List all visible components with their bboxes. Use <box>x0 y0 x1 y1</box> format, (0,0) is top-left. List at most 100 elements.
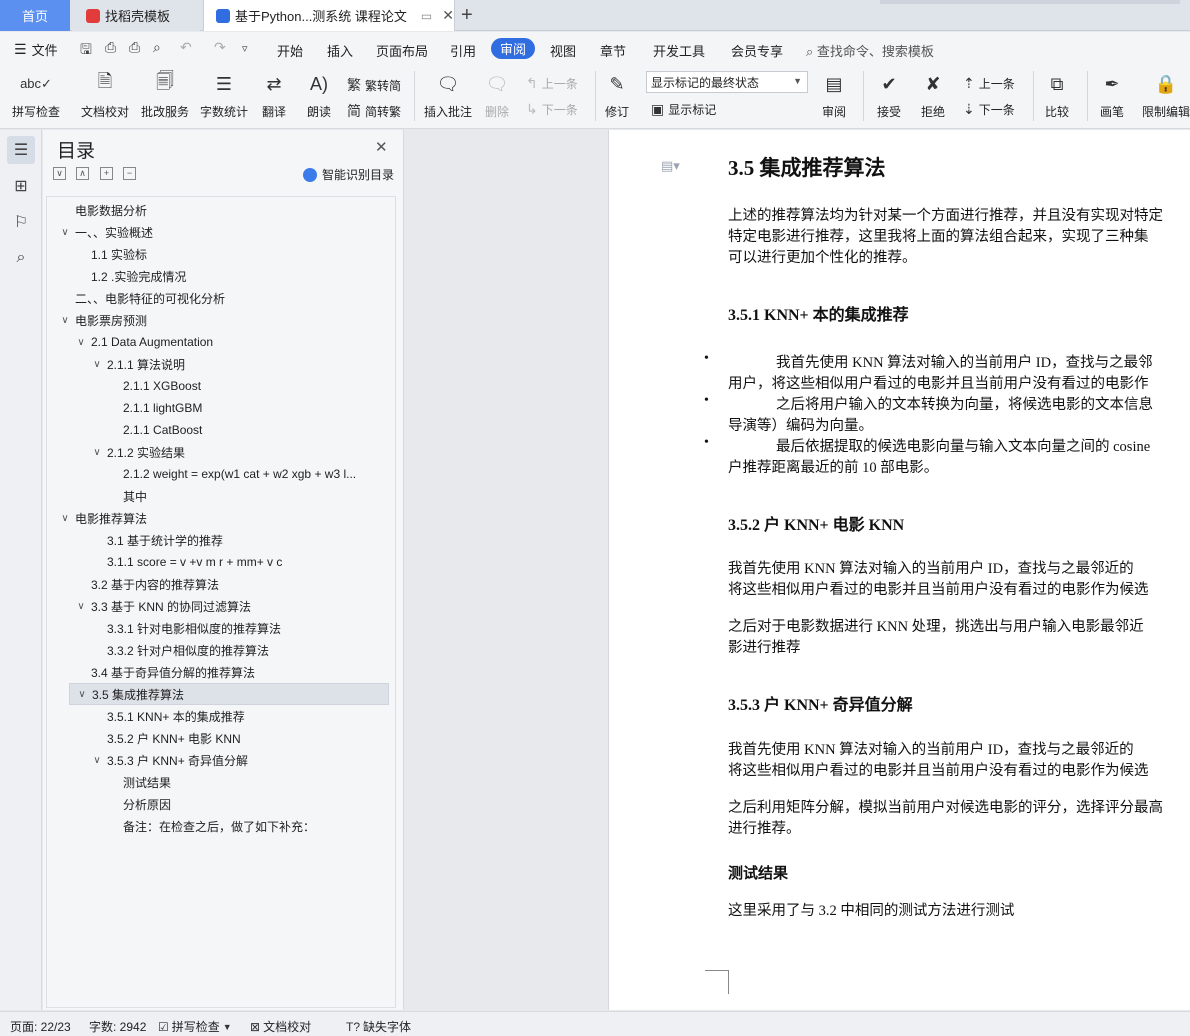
toc-item[interactable]: 3.5.1 KNN+ 本的集成推荐 <box>47 705 395 727</box>
spell-check-button[interactable]: abc✓ 拼写检查 <box>12 69 60 120</box>
collapse-all-icon[interactable]: ∧ <box>76 167 89 180</box>
chevron-down-icon[interactable]: ∨ <box>91 359 103 370</box>
toc-item[interactable]: 备注：在检查之后，做了如下补充： <box>47 815 395 837</box>
review-pane-button[interactable]: ▤ 审阅 <box>819 69 849 120</box>
chevron-down-icon[interactable]: ∨ <box>59 513 71 524</box>
insert-comment-button[interactable]: 🗨 插入批注 <box>424 69 472 120</box>
close-icon[interactable]: ✕ <box>375 138 388 156</box>
menu-chapter[interactable]: 章节 <box>600 41 626 60</box>
next-comment-button[interactable]: ↳ 下一条 <box>526 101 578 118</box>
toc-item[interactable]: ∨ 电影票房预测 <box>47 309 395 331</box>
menu-member[interactable]: 会员专享 <box>731 41 783 60</box>
toc-item[interactable]: 2.1.1 CatBoost <box>47 419 395 441</box>
customize-toolbar-icon[interactable]: ▿ <box>242 42 248 55</box>
chevron-down-icon[interactable]: ∨ <box>75 337 87 348</box>
save-icon[interactable]: 🖫 <box>80 39 92 63</box>
show-markup-button[interactable]: ▣ 显示标记 <box>651 101 716 118</box>
track-changes-button[interactable]: ✎ 修订 <box>602 69 632 120</box>
print-icon[interactable]: ⎙ <box>129 39 140 56</box>
smart-toc-button[interactable]: 智能识别目录 <box>303 166 394 183</box>
menu-page-layout[interactable]: 页面布局 <box>376 41 428 60</box>
new-tab-button[interactable]: + <box>461 4 473 27</box>
restrict-edit-button[interactable]: 🔒 限制编辑 <box>1142 69 1190 120</box>
toc-item[interactable]: 3.3.1 针对电影相似度的推荐算法 <box>47 617 395 639</box>
word-count-button[interactable]: ☰ 字数统计 <box>200 69 248 120</box>
word-count-indicator[interactable]: 字数: 2942 <box>89 1018 146 1035</box>
read-aloud-button[interactable]: A) 朗读 <box>304 69 334 120</box>
doc-check-status[interactable]: ⊠ 文档校对 <box>250 1018 311 1035</box>
toc-item[interactable]: ∨ 2.1.1 算法说明 <box>47 353 395 375</box>
toc-item[interactable]: 3.5.2 户 KNN+ 电影 KNN <box>47 727 395 749</box>
document-page[interactable]: ▤▾ 3.5 集成推荐算法 上述的推荐算法均为针对某一个方面进行推荐，并且没有实… <box>608 130 1190 1010</box>
revise-service-button[interactable]: 🗐 批改服务 <box>141 69 189 120</box>
add-heading-icon[interactable]: + <box>100 167 113 180</box>
paragraph-handle-icon[interactable]: ▤▾ <box>661 158 680 174</box>
toc-item[interactable]: ∨ 2.1 Data Augmentation <box>47 331 395 353</box>
tab-template-store[interactable]: 找稻壳模板 <box>72 0 200 31</box>
redo-icon[interactable]: ↷ <box>214 39 226 56</box>
prev-comment-button[interactable]: ↰ 上一条 <box>526 75 578 92</box>
menu-review[interactable]: 审阅 <box>491 38 535 59</box>
toc-item[interactable]: ∨ 2.1.2 实验结果 <box>47 441 395 463</box>
menu-view[interactable]: 视图 <box>550 41 576 60</box>
toc-item[interactable]: 测试结果 <box>47 771 395 793</box>
file-menu[interactable]: ☰ 文件 <box>14 40 58 59</box>
command-search[interactable]: ⌕ 查找命令、搜索模板 <box>806 41 934 60</box>
toc-item[interactable]: ∨ 电影推荐算法 <box>47 507 395 529</box>
spell-check-toggle[interactable]: ☑ 拼写检查 ▼ <box>158 1018 235 1035</box>
toc-item-selected[interactable]: ∨ 3.5 集成推荐算法 <box>69 683 389 705</box>
toc-item[interactable]: 其中 <box>47 485 395 507</box>
toc-item[interactable]: ∨ 一、、实验概述 <box>47 221 395 243</box>
chevron-down-icon[interactable]: ∨ <box>91 447 103 458</box>
reject-button[interactable]: ✘ 拒绝 <box>918 69 948 120</box>
delete-comment-button[interactable]: 🗨 删除 <box>482 69 512 120</box>
compare-button[interactable]: ⧉ 比较 <box>1042 69 1072 120</box>
to-simplified-button[interactable]: 简 简转繁 <box>347 101 401 121</box>
prev-change-button[interactable]: ⇡ 上一条 <box>963 75 1015 92</box>
toc-item[interactable]: 1.1 实验标 <box>47 243 395 265</box>
toc-item[interactable]: 3.4 基于奇异值分解的推荐算法 <box>47 661 395 683</box>
toc-item[interactable]: 3.3.2 针对户相似度的推荐算法 <box>47 639 395 661</box>
menu-dev-tools[interactable]: 开发工具 <box>653 41 705 60</box>
menu-insert[interactable]: 插入 <box>327 41 353 60</box>
chevron-down-icon[interactable]: ∨ <box>59 315 71 326</box>
tab-document[interactable]: 基于Python...测系统 课程论文 ▭ ✕ <box>203 0 455 31</box>
toc-item[interactable]: 3.1.1 score = v +v m r + mm+ v c <box>47 551 395 573</box>
pen-button[interactable]: ✒ 画笔 <box>1097 69 1127 120</box>
menu-start[interactable]: 开始 <box>277 41 303 60</box>
undo-icon[interactable]: ↶ <box>180 39 192 56</box>
tab-window-icon[interactable]: ▭ <box>421 9 432 23</box>
accept-button[interactable]: ✔ 接受 <box>874 69 904 120</box>
bookmark-icon[interactable]: ⚐ <box>7 208 35 236</box>
chevron-down-icon[interactable]: ∨ <box>75 601 87 612</box>
markup-state-select[interactable]: 显示标记的最终状态 ▼ <box>646 71 808 93</box>
search-icon[interactable]: ⌕ <box>7 244 35 272</box>
doc-check-button[interactable]: 🗎 文档校对 <box>81 69 129 120</box>
chevron-down-icon[interactable]: ∨ <box>76 689 88 700</box>
translate-button[interactable]: ⇄ 翻译 <box>259 69 289 120</box>
toc-item[interactable]: ∨ 3.3 基于 KNN 的协同过滤算法 <box>47 595 395 617</box>
tab-home[interactable]: 首页 <box>0 0 70 31</box>
missing-font-status[interactable]: T? 缺失字体 <box>346 1018 411 1035</box>
toc-item[interactable]: ∨ 3.5.3 户 KNN+ 奇异值分解 <box>47 749 395 771</box>
print-preview-icon[interactable]: ⌕ <box>153 39 161 56</box>
toc-panel-icon[interactable]: ☰ <box>7 136 35 164</box>
expand-all-icon[interactable]: ∨ <box>53 167 66 180</box>
toc-item[interactable]: 电影数据分析 <box>47 199 395 221</box>
to-traditional-button[interactable]: 繁 繁转简 <box>347 75 401 95</box>
chapter-nav-icon[interactable]: ⊞ <box>7 172 35 200</box>
chevron-down-icon[interactable]: ∨ <box>59 227 71 238</box>
remove-heading-icon[interactable]: − <box>123 167 136 180</box>
chevron-down-icon[interactable]: ∨ <box>91 755 103 766</box>
tab-close-icon[interactable]: ✕ <box>442 7 454 24</box>
page-indicator[interactable]: 页面: 22/23 <box>10 1018 71 1035</box>
toc-item[interactable]: 2.1.1 lightGBM <box>47 397 395 419</box>
toc-item[interactable]: 2.1.2 weight = exp(w1 cat + w2 xgb + w3 … <box>47 463 395 485</box>
toc-item[interactable]: 1.2 .实验完成情况 <box>47 265 395 287</box>
next-change-button[interactable]: ⇣ 下一条 <box>963 101 1015 118</box>
toc-item[interactable]: 3.2 基于内容的推荐算法 <box>47 573 395 595</box>
export-pdf-icon[interactable]: ⎙ <box>105 39 116 56</box>
toc-item[interactable]: 二、、电影特征的可视化分析 <box>47 287 395 309</box>
toc-item[interactable]: 分析原因 <box>47 793 395 815</box>
menu-references[interactable]: 引用 <box>450 41 476 60</box>
